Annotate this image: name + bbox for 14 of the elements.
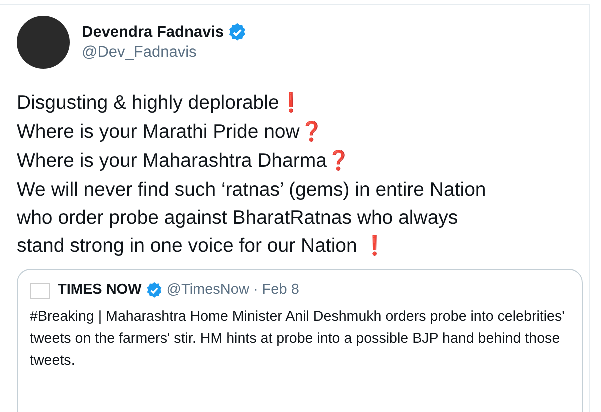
quoted-tweet-text: #Breaking | Maharashtra Home Minister Anil Deshmukh orders probe into celebrities' tweets on the farmers' stir. HM hints at probe into a possible BJP hand behind those tweets. [30, 308, 566, 371]
author-handle[interactable]: @Dev_Fadnavis [82, 42, 248, 62]
tweet-text-line: stand strong in one voice for our Nation ❗ [17, 234, 388, 259]
quoted-author-name: TIMES NOW [58, 281, 142, 300]
tweet-text-line: Where is your Marathi Pride now❓ [17, 120, 325, 145]
avatar-circle [17, 16, 70, 69]
tweet-date: · Feb 8 [253, 281, 300, 300]
tweet-text-line: who order probe against BharatRatnas who always [17, 206, 460, 231]
tweet-text-line: Disgusting & highly deplorable❗ [17, 91, 304, 116]
author-name: Devendra Fadnavis [82, 22, 224, 42]
logo-icon [30, 282, 50, 299]
tweet-text-line: We will never find such ‘ratnas’ (gems) in entire Nation [17, 178, 488, 203]
quoted-author-handle: @TimesNow [166, 281, 250, 300]
tweet-text-line: Where is your Maharashtra Dharma❓ [17, 149, 352, 174]
